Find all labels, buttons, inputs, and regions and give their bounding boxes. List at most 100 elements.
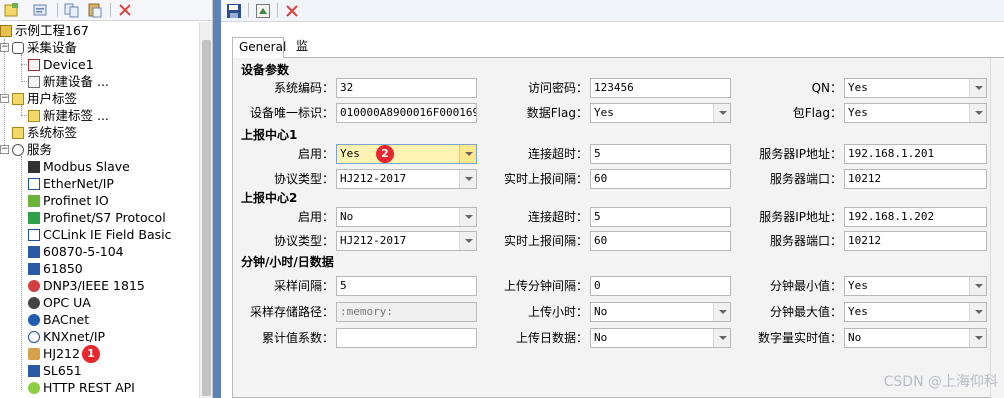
- properties-icon[interactable]: [32, 2, 50, 18]
- device-group-icon: [12, 42, 24, 54]
- upload-icon[interactable]: [255, 3, 271, 19]
- dnp3-icon: [28, 280, 40, 292]
- center1-timeout-input[interactable]: 5: [590, 144, 731, 164]
- center2-enable-select[interactable]: No: [336, 207, 477, 227]
- tree-service-item[interactable]: 61850: [28, 260, 83, 277]
- chevron-down-icon[interactable]: [713, 303, 730, 321]
- tree-service-item[interactable]: Profinet IO: [28, 192, 109, 209]
- chevron-down-icon[interactable]: [969, 329, 986, 347]
- day-upload-select[interactable]: No: [590, 328, 731, 348]
- collapse-services-icon[interactable]: −: [0, 145, 9, 154]
- coef-input[interactable]: [336, 328, 477, 348]
- tree-service-item[interactable]: HTTP REST API: [28, 379, 135, 396]
- center2-timeout-input[interactable]: 5: [590, 207, 731, 227]
- tree-service-item[interactable]: Profinet/S7 Protocol: [28, 209, 166, 226]
- tree-scrollbar-thumb[interactable]: [202, 40, 211, 396]
- new-project-icon[interactable]: [3, 2, 21, 18]
- bacnet-icon: [28, 314, 40, 326]
- min-value-select[interactable]: Yes: [844, 276, 987, 296]
- center2-port-label: 服务器端口：: [769, 234, 842, 248]
- tree-services[interactable]: 服务: [12, 141, 52, 158]
- tab-general[interactable]: General: [232, 37, 286, 58]
- tree-new-device[interactable]: 新建设备 ...: [28, 73, 109, 90]
- tree-service-item[interactable]: DNP3/IEEE 1815: [28, 277, 145, 294]
- sample-input[interactable]: 5: [336, 276, 477, 296]
- qn-select[interactable]: Yes: [844, 78, 987, 98]
- uid-input[interactable]: 010000A8900016F000169D: [336, 103, 477, 123]
- tree-service-item[interactable]: SL651: [28, 362, 82, 379]
- panel-scrollbar[interactable]: [990, 58, 1004, 398]
- save-icon[interactable]: [226, 3, 242, 19]
- tree-root[interactable]: 示例工程167: [0, 22, 89, 39]
- chevron-down-icon[interactable]: [969, 303, 986, 321]
- hour-upload-select[interactable]: No: [590, 302, 731, 322]
- system-tag-icon: [12, 127, 24, 139]
- hj212-icon: [28, 348, 40, 360]
- tree-service-item[interactable]: CCLink IE Field Basic: [28, 226, 172, 243]
- paste-icon[interactable]: [86, 2, 104, 18]
- store-path-label: 采样存储路径：: [249, 305, 334, 319]
- chevron-down-icon[interactable]: [969, 104, 986, 122]
- chevron-down-icon[interactable]: [459, 145, 476, 163]
- new-device-icon: [28, 76, 40, 88]
- tree-collect-devices[interactable]: 采集设备: [12, 39, 77, 56]
- tree-service-item[interactable]: BACnet: [28, 311, 89, 328]
- tree-service-item[interactable]: KNXnet/IP: [28, 328, 105, 345]
- delete-icon[interactable]: [284, 3, 300, 19]
- sys-code-input[interactable]: 32: [336, 78, 477, 98]
- tree-scrollbar[interactable]: [199, 22, 212, 398]
- chevron-down-icon[interactable]: [713, 104, 730, 122]
- center2-port-input[interactable]: 10212: [844, 231, 987, 251]
- section-device-params: 设备参数: [241, 63, 290, 77]
- center1-protocol-select[interactable]: HJ212-2017: [336, 169, 477, 189]
- center1-enable-select[interactable]: Yes: [336, 144, 477, 164]
- center1-ip-input[interactable]: 192.168.1.201: [844, 144, 987, 164]
- password-label: 访问密码：: [527, 81, 588, 95]
- tree-service-item[interactable]: OPC UA: [28, 294, 91, 311]
- sl651-icon: [28, 365, 40, 377]
- data-flag-select[interactable]: Yes: [590, 103, 731, 123]
- tree-user-tags[interactable]: 用户标签: [12, 90, 77, 107]
- tab-monitor-factor[interactable]: 监测因子: [290, 37, 314, 110]
- tree-service-item[interactable]: 60870-5-104: [28, 243, 124, 260]
- center2-protocol-select[interactable]: HJ212-2017: [336, 231, 477, 251]
- tree-service-item[interactable]: Modbus Slave: [28, 158, 130, 175]
- chevron-down-icon[interactable]: [969, 277, 986, 295]
- tree-device1[interactable]: Device1: [28, 56, 94, 73]
- collapse-collect-icon[interactable]: −: [0, 43, 9, 52]
- iec-104-icon: [28, 246, 40, 258]
- chevron-down-icon[interactable]: [969, 79, 986, 97]
- chevron-down-icon[interactable]: [713, 329, 730, 347]
- center2-interval-input[interactable]: 60: [590, 231, 731, 251]
- knxnet-icon: [28, 331, 40, 343]
- tree-service-item-hj212[interactable]: HJ212: [28, 345, 80, 362]
- pkg-flag-select[interactable]: Yes: [844, 103, 987, 123]
- new-tag-icon: [28, 110, 40, 122]
- chevron-down-icon[interactable]: [459, 232, 476, 250]
- center1-port-input[interactable]: 10212: [844, 169, 987, 189]
- uid-label: 设备唯一标识：: [249, 106, 334, 120]
- pane-splitter[interactable]: [213, 0, 221, 398]
- tree-service-item[interactable]: EtherNet/IP: [28, 175, 114, 192]
- chevron-down-icon[interactable]: [459, 170, 476, 188]
- services-icon: [12, 144, 24, 156]
- store-path-input[interactable]: :memory:: [336, 302, 477, 322]
- tag-folder-icon: [12, 93, 24, 105]
- tree-system-tags[interactable]: 系统标签: [12, 124, 77, 141]
- copy-icon[interactable]: [63, 2, 81, 18]
- min-upload-input[interactable]: 0: [590, 276, 731, 296]
- section-period-data: 分钟/小时/日数据: [241, 255, 334, 269]
- sample-label: 采样间隔：: [273, 279, 334, 293]
- center1-interval-input[interactable]: 60: [590, 169, 731, 189]
- watermark: CSDN @上海仰科: [883, 374, 998, 390]
- collapse-user-tags-icon[interactable]: −: [0, 94, 9, 103]
- max-value-select[interactable]: Yes: [844, 302, 987, 322]
- password-input[interactable]: 123456: [590, 78, 731, 98]
- step-badge-2: 2: [376, 145, 394, 163]
- general-panel: 设备参数 系统编码： 32 访问密码： 123456 QN： Yes 设备唯一标…: [232, 57, 1004, 398]
- delete-icon[interactable]: [116, 2, 134, 18]
- chevron-down-icon[interactable]: [459, 208, 476, 226]
- tree-new-tag[interactable]: 新建标签 ...: [28, 107, 109, 124]
- center2-ip-input[interactable]: 192.168.1.202: [844, 207, 987, 227]
- digital-select[interactable]: No: [844, 328, 987, 348]
